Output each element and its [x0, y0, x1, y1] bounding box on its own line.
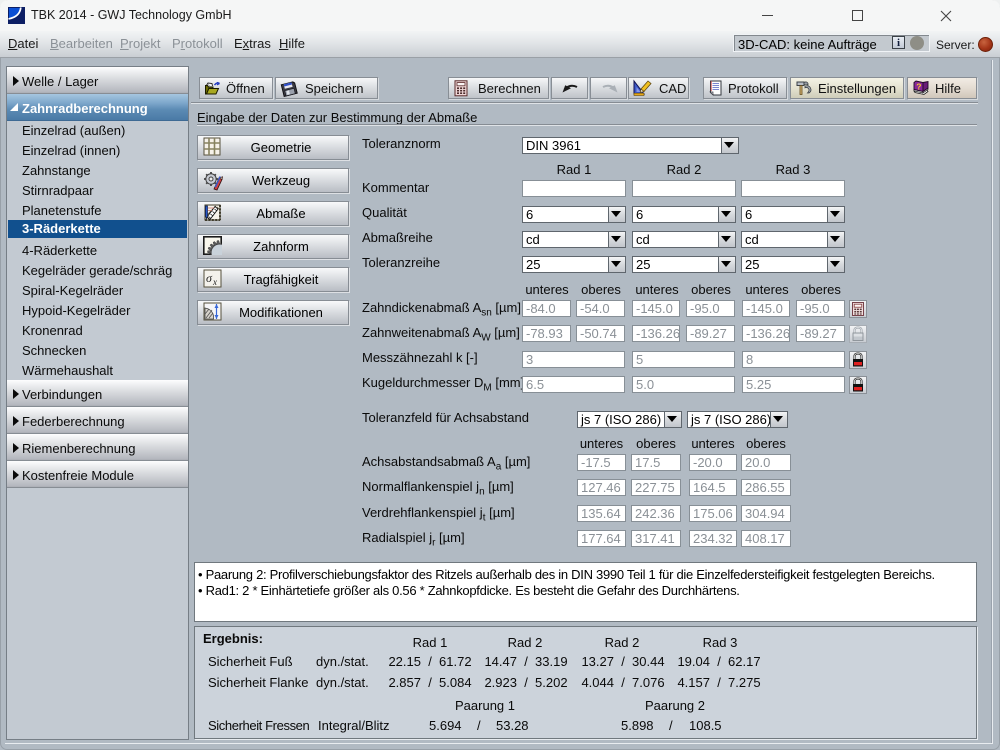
svg-text:?: ?: [916, 82, 921, 92]
